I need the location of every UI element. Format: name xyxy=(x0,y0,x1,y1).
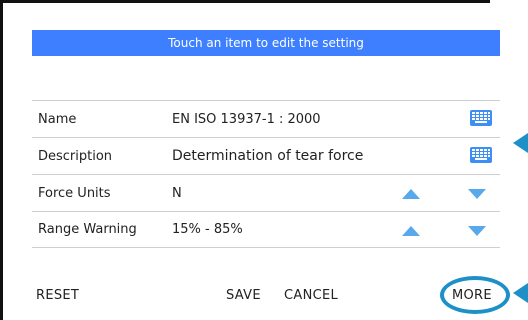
settings-row-name[interactable]: Name EN ISO 13937-1 : 2000 xyxy=(32,100,500,137)
row-value: N xyxy=(172,185,182,201)
settings-row-range-warning[interactable]: Range Warning 15% - 85% xyxy=(32,211,500,248)
frame-notch xyxy=(490,0,528,3)
callout-pointer-icon xyxy=(513,283,528,303)
banner-text: Touch an item to edit the setting xyxy=(168,36,364,50)
settings-table: Name EN ISO 13937-1 : 2000 Description D… xyxy=(32,100,500,248)
keyboard-icon[interactable] xyxy=(470,110,492,126)
arrow-up-icon[interactable] xyxy=(402,226,420,236)
row-label: Name xyxy=(38,111,77,127)
row-value: Determination of tear force xyxy=(172,148,364,164)
arrow-up-icon[interactable] xyxy=(402,189,420,199)
more-button[interactable]: MORE xyxy=(452,288,492,303)
instruction-banner: Touch an item to edit the setting xyxy=(32,30,500,56)
row-value: 15% - 85% xyxy=(172,222,243,237)
cancel-button[interactable]: CANCEL xyxy=(284,288,338,303)
arrow-down-icon[interactable] xyxy=(468,226,486,236)
row-label: Force Units xyxy=(38,185,111,201)
row-value: EN ISO 13937-1 : 2000 xyxy=(172,111,321,127)
arrow-down-icon[interactable] xyxy=(468,189,486,199)
callout-pointer-icon xyxy=(513,133,528,153)
reset-button[interactable]: RESET xyxy=(36,288,79,303)
settings-row-description[interactable]: Description Determination of tear force xyxy=(32,137,500,174)
save-button[interactable]: SAVE xyxy=(226,288,261,303)
row-label: Description xyxy=(38,148,113,164)
row-label: Range Warning xyxy=(38,222,137,237)
keyboard-icon[interactable] xyxy=(470,147,492,163)
settings-row-force-units[interactable]: Force Units N xyxy=(32,174,500,211)
